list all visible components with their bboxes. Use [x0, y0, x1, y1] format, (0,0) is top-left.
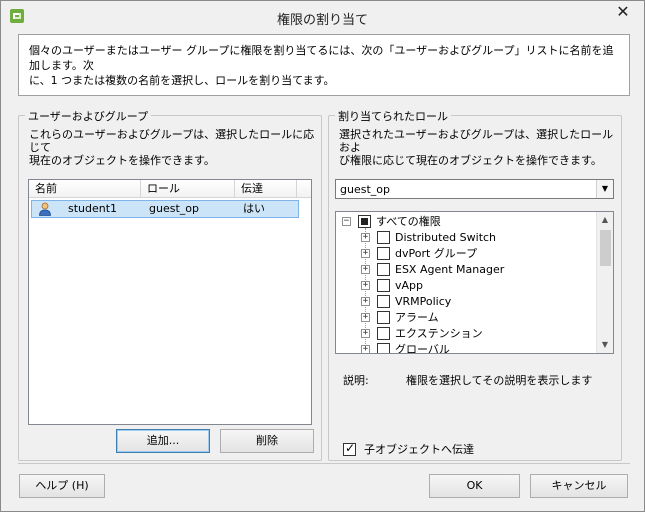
table-row[interactable]: student1 guest_op はい	[31, 200, 299, 218]
close-button[interactable]: ✕	[608, 2, 638, 24]
expand-icon[interactable]: +	[361, 248, 370, 258]
column-header-propagate[interactable]: 伝達	[235, 180, 297, 197]
privileges-tree[interactable]: − すべての権限 + Distributed Switch + dvPort グ…	[335, 211, 614, 354]
tree-item[interactable]: + Distributed Switch	[361, 229, 496, 245]
users-groups-table[interactable]: 名前 ロール 伝達 student1 guest_op はい	[28, 179, 312, 425]
privilege-checkbox[interactable]	[377, 262, 390, 276]
tree-item-label: アラーム	[395, 311, 439, 324]
tree-item[interactable]: + アラーム	[361, 309, 439, 325]
row-name: student1	[68, 202, 118, 215]
tree-item[interactable]: + グローバル	[361, 341, 450, 354]
scrollbar-thumb[interactable]	[600, 230, 611, 266]
propagate-label: 子オブジェクトへ伝達	[364, 443, 474, 456]
privilege-checkbox[interactable]	[377, 278, 390, 292]
assigned-role-description: 選択されたユーザーおよびグループは、選択したロールおよ び権限に応じて現在のオブ…	[339, 128, 621, 167]
tree-item-label: Distributed Switch	[395, 230, 497, 244]
row-role: guest_op	[149, 202, 199, 215]
tree-item-label: エクステンション	[395, 327, 483, 340]
assign-permissions-dialog: 権限の割り当て ✕ 個々のユーザーまたはユーザー グループに権限を割り当てるには…	[0, 0, 645, 512]
tree-item-label: ESX Agent Manager	[395, 262, 505, 276]
chevron-down-icon[interactable]: ▼	[596, 180, 613, 198]
row-propagate: はい	[243, 202, 265, 215]
scroll-down-icon[interactable]: ▼	[597, 337, 613, 353]
tree-item[interactable]: + dvPort グループ	[361, 245, 477, 261]
add-button[interactable]: 追加...	[116, 429, 210, 453]
propagate-to-children-option[interactable]: 子オブジェクトへ伝達	[343, 441, 474, 457]
privilege-checkbox[interactable]	[377, 246, 390, 260]
expand-icon[interactable]: +	[361, 344, 370, 353]
users-groups-desc-line-1: これらのユーザーおよびグループは、選択したロールに応じて	[29, 128, 315, 154]
tree-item[interactable]: + エクステンション	[361, 325, 483, 341]
footer-divider	[18, 463, 630, 464]
tree-item-root[interactable]: − すべての権限	[342, 213, 441, 229]
tree-item-label: VRMPolicy	[395, 294, 452, 308]
expand-icon[interactable]: +	[361, 328, 370, 338]
instruction-line-1: 個々のユーザーまたはユーザー グループに権限を割り当てるには、次の「ユーザーおよ…	[29, 44, 614, 72]
users-groups-desc-line-2: 現在のオブジェクトを操作できます。	[29, 154, 215, 167]
role-dropdown[interactable]: guest_op ▼	[335, 179, 614, 199]
title-bar: 権限の割り当て ✕	[1, 1, 644, 31]
privilege-checkbox[interactable]	[377, 326, 390, 340]
expand-icon[interactable]: +	[361, 232, 370, 242]
remove-button[interactable]: 削除	[220, 429, 314, 453]
privilege-checkbox[interactable]	[377, 342, 390, 353]
table-header: 名前 ロール 伝達	[29, 180, 311, 198]
checkbox-all-privileges[interactable]	[358, 214, 371, 228]
column-header-role[interactable]: ロール	[141, 180, 235, 197]
tree-item-label: グローバル	[395, 343, 450, 354]
window-title: 権限の割り当て	[276, 13, 368, 28]
assigned-role-legend: 割り当てられたロール	[335, 108, 451, 124]
privilege-checkbox[interactable]	[377, 230, 390, 244]
expand-icon[interactable]: +	[361, 312, 370, 322]
ok-button[interactable]: OK	[429, 474, 520, 498]
description-label: 説明:	[343, 374, 369, 387]
description-value: 権限を選択してその説明を表示します	[406, 374, 593, 387]
privilege-checkbox[interactable]	[377, 294, 390, 308]
tree-scrollbar[interactable]: ▲ ▼	[596, 212, 613, 353]
assigned-role-desc-line-1: 選択されたユーザーおよびグループは、選択したロールおよ	[339, 128, 614, 154]
users-groups-legend: ユーザーおよびグループ	[25, 108, 152, 124]
cancel-button[interactable]: キャンセル	[530, 474, 628, 498]
collapse-icon[interactable]: −	[342, 216, 351, 226]
role-dropdown-value: guest_op	[340, 183, 390, 196]
instruction-line-2: に、1 つまたは複数の名前を選択し、ロールを割り当てます。	[29, 74, 335, 87]
propagate-checkbox[interactable]	[343, 441, 356, 456]
tree-item[interactable]: + VRMPolicy	[361, 293, 451, 309]
help-button[interactable]: ヘルプ (H)	[19, 474, 105, 498]
close-icon: ✕	[616, 2, 630, 21]
instruction-panel: 個々のユーザーまたはユーザー グループに権限を割り当てるには、次の「ユーザーおよ…	[18, 34, 630, 96]
column-header-name[interactable]: 名前	[29, 180, 141, 197]
tree-item-label: すべての権限	[376, 215, 441, 228]
assigned-role-desc-line-2: び権限に応じて現在のオブジェクトを操作できます。	[339, 154, 602, 167]
expand-icon[interactable]: +	[361, 264, 370, 274]
expand-icon[interactable]: +	[361, 280, 370, 290]
tree-item[interactable]: + ESX Agent Manager	[361, 261, 504, 277]
expand-icon[interactable]: +	[361, 296, 370, 306]
tree-item-label: dvPort グループ	[395, 247, 478, 260]
scroll-up-icon[interactable]: ▲	[597, 212, 613, 228]
user-icon	[39, 202, 51, 216]
tree-item-label: vApp	[395, 278, 423, 292]
users-groups-description: これらのユーザーおよびグループは、選択したロールに応じて 現在のオブジェクトを操…	[29, 128, 321, 167]
privilege-checkbox[interactable]	[377, 310, 390, 324]
tree-item[interactable]: + vApp	[361, 277, 423, 293]
